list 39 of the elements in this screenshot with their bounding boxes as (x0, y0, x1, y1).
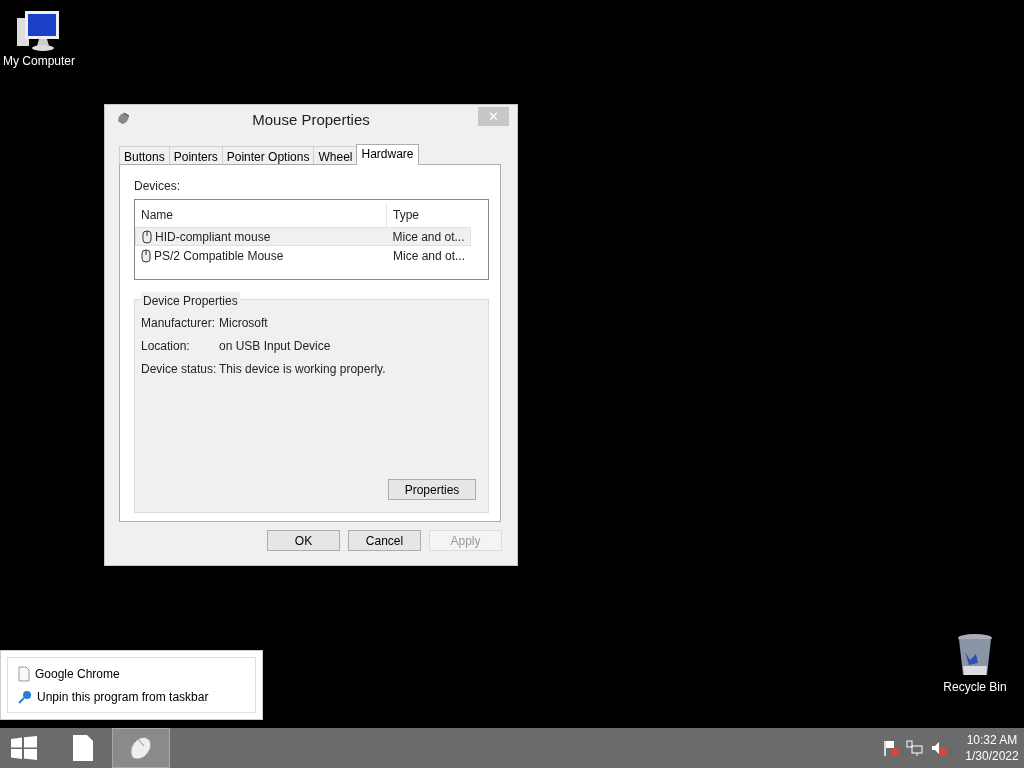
device-list[interactable]: Name Type HID-compliant mouse Mice and ot... PS/2 Compatible Mouse Mice and ot... (134, 199, 489, 280)
device-type: Mice and ot... (391, 228, 466, 246)
tab[interactable]: Hardware (356, 144, 419, 165)
properties-button[interactable]: Properties (388, 479, 476, 500)
menu-item[interactable]: Google Chrome (18, 662, 245, 685)
devices-label: Devices: (134, 178, 181, 195)
file-icon[interactable] (72, 734, 94, 762)
mouse-icon (115, 111, 131, 125)
flag-icon[interactable] (882, 739, 900, 757)
window-title: Mouse Properties (252, 109, 370, 130)
table-row[interactable]: HID-compliant mouse Mice and ot... (135, 227, 471, 246)
dialog-button[interactable]: OK (267, 530, 340, 551)
windows-start-icon[interactable] (10, 736, 38, 760)
tab[interactable]: Wheel (313, 146, 358, 164)
icon-label: My Computer (3, 53, 75, 70)
network-icon[interactable] (906, 739, 924, 757)
field-value: Microsoft (219, 315, 268, 332)
file-icon (18, 665, 30, 682)
field-label: Location: (141, 338, 191, 355)
tab[interactable]: Pointers (168, 146, 223, 164)
recycle-bin-icon[interactable] (956, 632, 994, 678)
group-title: Device Properties (141, 292, 240, 310)
field-label: Device status: (141, 361, 218, 378)
dialog-button[interactable]: Cancel (348, 530, 421, 551)
tab[interactable]: Pointer Options (221, 146, 315, 164)
mouse-icon (142, 229, 152, 244)
field-value: on USB Input Device (219, 338, 331, 355)
device-name: HID-compliant mouse (155, 228, 271, 246)
field-value: This device is working properly. (219, 361, 386, 378)
mouse-icon (141, 248, 151, 263)
field-label: Manufacturer: (141, 315, 217, 332)
device-type: Mice and ot... (392, 247, 467, 265)
table-row[interactable]: PS/2 Compatible Mouse Mice and ot... (135, 246, 488, 265)
tab[interactable]: Buttons (119, 146, 170, 164)
device-name: PS/2 Compatible Mouse (154, 247, 284, 265)
clock[interactable]: 10:32 AM 1/30/2022 (960, 732, 1024, 764)
column-header[interactable]: Type (387, 206, 471, 224)
icon-label: Recycle Bin (943, 679, 1007, 696)
menu-item[interactable]: Unpin this program from taskbar (18, 685, 245, 708)
